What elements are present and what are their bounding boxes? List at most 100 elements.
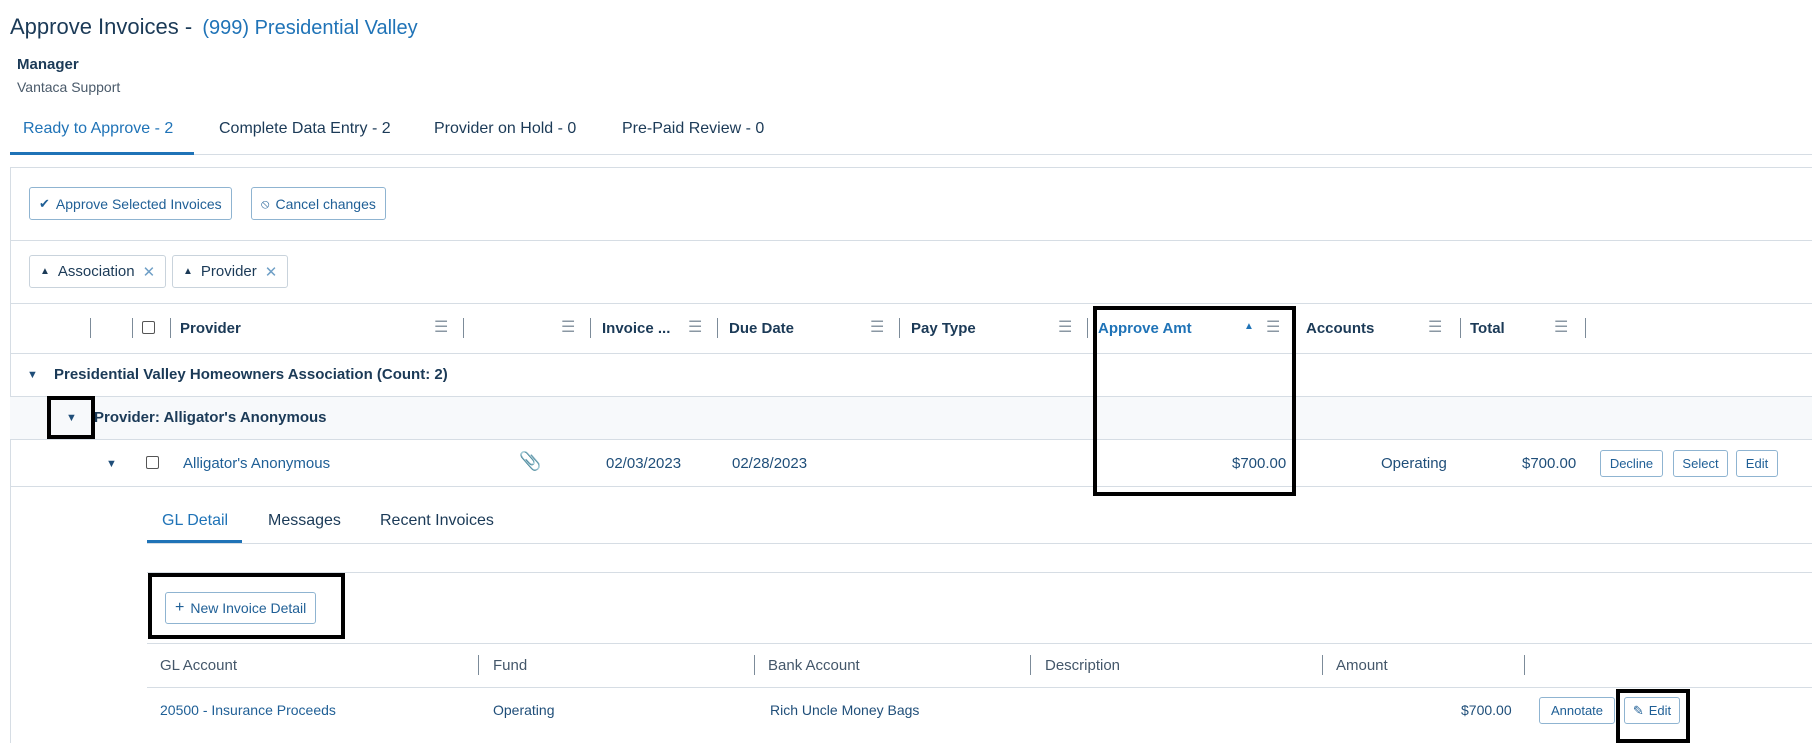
sort-up-icon[interactable]: ▲ [1244,321,1254,332]
sort-up-icon: ▲ [40,266,50,277]
manager-label: Manager [17,56,79,73]
gl-column-header-description[interactable]: Description [1045,657,1120,674]
sort-up-icon: ▲ [183,266,193,277]
approve-selected-label: Approve Selected Invoices [55,195,222,212]
subtab-divider [147,543,1812,544]
cancel-circle-icon: ⦸ [261,195,270,211]
column-separator[interactable] [478,655,479,675]
invoice-date: 02/03/2023 [606,455,682,472]
tab-pre-paid-review[interactable]: Pre-Paid Review - 0 [622,120,764,138]
gl-column-header-fund[interactable]: Fund [493,657,527,674]
accounts-value: Operating [1381,455,1447,472]
group-row-association: Presidential Valley Homeowners Associati… [54,366,448,383]
decline-button[interactable]: Decline [1600,450,1663,477]
toolbar-divider [10,240,1812,241]
column-header-invoice[interactable]: Invoice ... [602,320,670,337]
gl-bank-account-value: Rich Uncle Money Bags [770,702,920,718]
page-title: Approve Invoices - (999) Presidential Va… [10,14,418,40]
new-invoice-detail-button[interactable]: + New Invoice Detail [165,592,317,624]
group-chip-association[interactable]: ▲ Association ✕ [29,255,167,288]
column-separator[interactable] [754,655,755,675]
column-header-due-date[interactable]: Due Date [729,320,794,337]
tab-messages[interactable]: Messages [268,512,341,530]
column-menu-icon[interactable]: ☰ [1266,317,1280,337]
approve-amount[interactable]: $700.00 [1232,455,1286,472]
due-date: 02/28/2023 [732,455,808,472]
paperclip-icon[interactable]: 📎 [519,451,541,472]
column-separator[interactable] [132,318,133,338]
select-button[interactable]: Select [1673,450,1728,477]
gl-amount-value: $700.00 [1461,702,1512,718]
tab-provider-on-hold[interactable]: Provider on Hold - 0 [434,120,576,138]
row-checkbox[interactable] [146,456,159,469]
group-row-provider: Provider: Alligator's Anonymous [94,409,327,426]
gl-edit-label: Edit [1648,703,1672,718]
column-separator[interactable] [463,318,464,338]
gl-column-header-bank-account[interactable]: Bank Account [768,657,860,674]
detail-panel-top [147,572,1812,573]
gl-toolbar-divider [147,643,1812,644]
column-separator[interactable] [1030,655,1031,675]
column-separator[interactable] [1322,655,1323,675]
column-header-approve-amt[interactable]: Approve Amt [1098,320,1192,337]
page-title-text: Approve Invoices - [10,14,193,39]
column-header-pay-type[interactable]: Pay Type [911,320,976,337]
column-menu-icon[interactable]: ☰ [688,317,702,337]
edit-button[interactable]: Edit [1736,450,1778,477]
caret-down-icon[interactable]: ▼ [66,412,77,424]
column-separator[interactable] [1524,655,1525,675]
column-menu-icon[interactable]: ☰ [561,317,575,337]
gl-column-header-amount[interactable]: Amount [1336,657,1388,674]
column-menu-icon[interactable]: ☰ [434,317,448,337]
column-separator[interactable] [717,318,718,338]
group-chip-provider[interactable]: ▲ Provider ✕ [172,255,289,288]
new-invoice-detail-label: New Invoice Detail [190,600,307,616]
cancel-changes-button[interactable]: ⦸ Cancel changes [251,187,386,220]
select-all-checkbox[interactable] [142,321,155,334]
column-separator[interactable] [899,318,900,338]
approve-selected-button[interactable]: ✔ Approve Selected Invoices [29,187,232,220]
column-header-accounts[interactable]: Accounts [1306,320,1374,337]
column-separator[interactable] [1460,318,1461,338]
column-separator[interactable] [90,318,91,338]
header-divider [10,353,1812,354]
gl-fund-value: Operating [493,702,555,718]
column-separator[interactable] [170,318,171,338]
gl-account-value[interactable]: 20500 - Insurance Proceeds [160,702,336,718]
column-separator[interactable] [1585,318,1586,338]
association-name[interactable]: (999) Presidential Valley [202,17,417,39]
column-header-provider[interactable]: Provider [180,320,241,337]
gl-header-divider [147,687,1812,688]
chips-divider [10,303,1812,304]
column-menu-icon[interactable]: ☰ [1058,317,1072,337]
check-icon: ✔ [39,195,50,211]
gl-column-header-gl-account[interactable]: GL Account [160,657,237,674]
row-divider [10,486,1812,487]
gl-edit-button[interactable]: ✎ Edit [1624,697,1680,724]
total-value: $700.00 [1522,455,1577,472]
tab-recent-invoices[interactable]: Recent Invoices [380,512,494,530]
close-icon[interactable]: ✕ [143,263,156,281]
tab-ready-to-approve[interactable]: Ready to Approve - 2 [23,120,173,138]
column-menu-icon[interactable]: ☰ [870,317,884,337]
manager-name: Vantaca Support [17,79,121,95]
approval-tabs: Ready to Approve - 2 Complete Data Entry… [10,108,1812,155]
tab-complete-data-entry[interactable]: Complete Data Entry - 2 [219,120,391,138]
plus-icon: + [175,599,185,616]
annotate-button[interactable]: Annotate [1539,697,1615,724]
column-separator[interactable] [590,318,591,338]
active-tab-indicator [10,152,194,155]
column-menu-icon[interactable]: ☰ [1554,317,1568,337]
group-chip-label: Provider [200,263,257,280]
column-separator[interactable] [1087,318,1088,338]
group-divider [10,439,1812,440]
close-icon[interactable]: ✕ [265,263,278,281]
caret-down-icon[interactable]: ▼ [27,369,38,381]
provider-link[interactable]: Alligator's Anonymous [183,455,330,472]
caret-down-icon[interactable]: ▼ [106,458,117,470]
tab-gl-detail[interactable]: GL Detail [162,512,228,530]
group-chip-label: Association [57,263,135,280]
pencil-icon: ✎ [1632,702,1644,718]
column-menu-icon[interactable]: ☰ [1428,317,1442,337]
column-header-total[interactable]: Total [1470,320,1505,337]
